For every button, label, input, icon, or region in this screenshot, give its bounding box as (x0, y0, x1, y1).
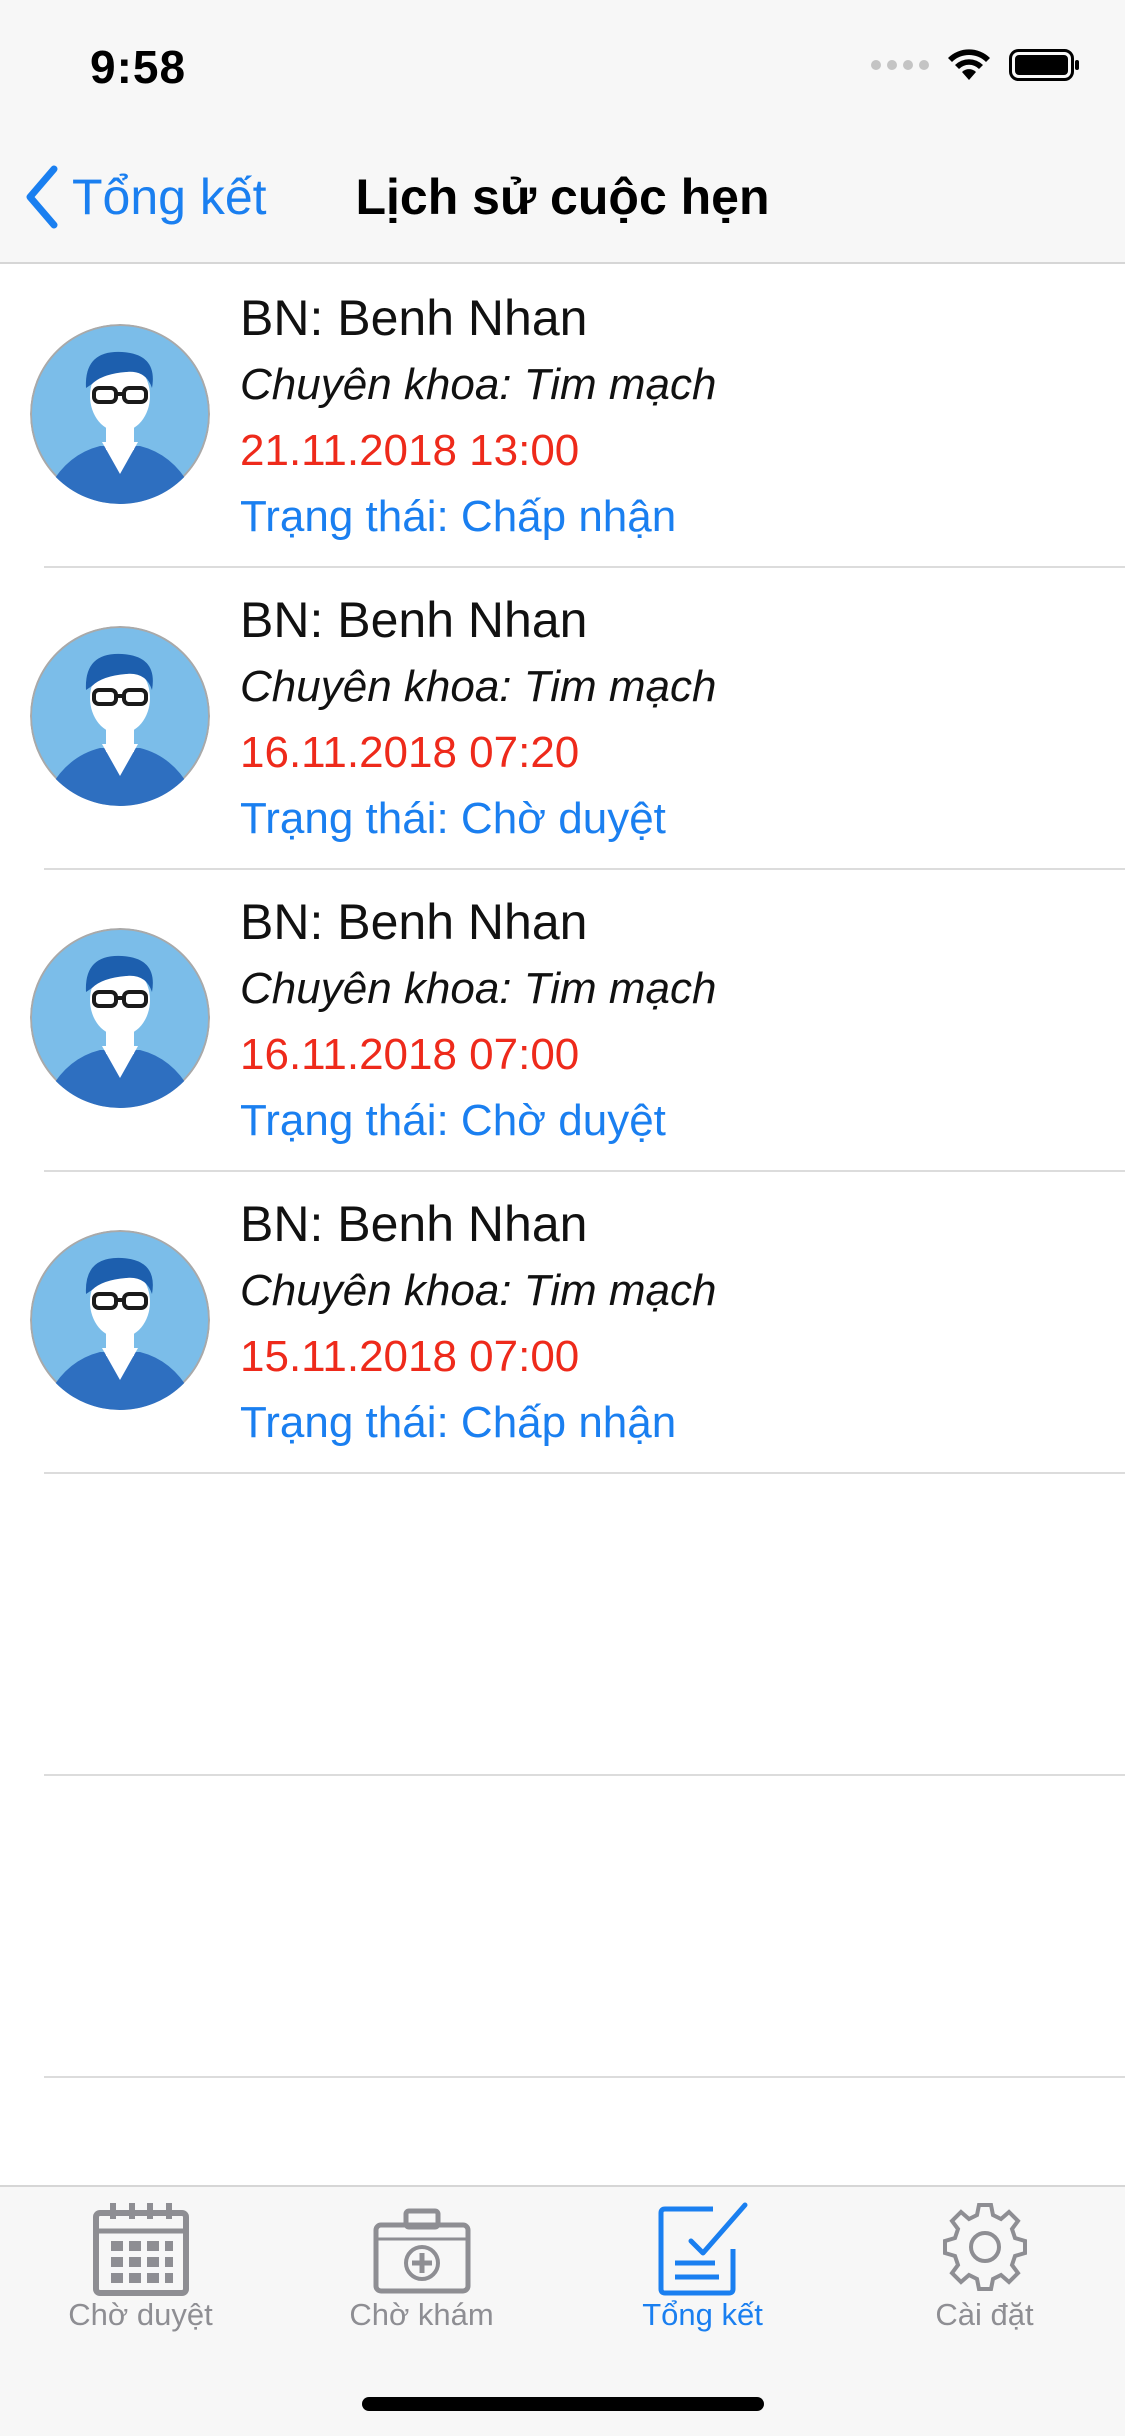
patient-name: BN: Benh Nhan (240, 592, 588, 648)
appointment-list: BN: Benh Nhan Chuyên khoa: Tim mạch 21.1… (0, 266, 1125, 2078)
medical-kit-icon (373, 2208, 470, 2294)
status-time: 9:58 (90, 41, 187, 93)
tab-label: Chờ duyệt (68, 2297, 213, 2332)
specialty: Chuyên khoa: Tim mạch (240, 360, 717, 409)
tab-pending-approval[interactable]: Chờ duyệt (0, 2187, 281, 2347)
avatar (30, 626, 210, 806)
appointment-status: Trạng thái: Chấp nhận (240, 1398, 677, 1447)
appointment-datetime: 21.11.2018 13:00 (240, 426, 580, 475)
tab-summary[interactable]: Tổng kết (562, 2187, 843, 2347)
tab-waiting-exam[interactable]: Chờ khám (281, 2187, 562, 2347)
appointment-datetime: 15.11.2018 07:00 (240, 1332, 580, 1381)
list-item[interactable]: BN: Benh Nhan Chuyên khoa: Tim mạch 15.1… (0, 1172, 1125, 1474)
patient-name: BN: Benh Nhan (240, 1196, 588, 1252)
appointment-status: Trạng thái: Chấp nhận (240, 492, 677, 541)
patient-name: BN: Benh Nhan (240, 290, 588, 346)
avatar (30, 1230, 210, 1410)
appointment-datetime: 16.11.2018 07:20 (240, 728, 580, 777)
specialty: Chuyên khoa: Tim mạch (240, 662, 717, 711)
battery-icon (1009, 49, 1079, 81)
list-item[interactable]: BN: Benh Nhan Chuyên khoa: Tim mạch 16.1… (0, 870, 1125, 1172)
page-title: Lịch sử cuộc hẹn (355, 169, 770, 225)
patient-avatar-icon (30, 626, 210, 806)
navigation-bar: Tổng kết Lịch sử cuộc hẹn (0, 132, 1125, 264)
list-item[interactable]: BN: Benh Nhan Chuyên khoa: Tim mạch 21.1… (0, 266, 1125, 568)
avatar (30, 928, 210, 1108)
appointment-details: BN: Benh Nhan Chuyên khoa: Tim mạch 21.1… (240, 284, 716, 550)
empty-row (0, 1776, 1125, 2078)
status-icons (871, 48, 1081, 82)
appointment-details: BN: Benh Nhan Chuyên khoa: Tim mạch 16.1… (240, 888, 716, 1154)
tab-label: Chờ khám (349, 2297, 494, 2332)
appointment-status: Trạng thái: Chờ duyệt (240, 1096, 666, 1145)
patient-avatar-icon (30, 324, 210, 504)
cellular-signal-icon (871, 60, 929, 70)
appointment-details: BN: Benh Nhan Chuyên khoa: Tim mạch 16.1… (240, 586, 716, 852)
calendar-icon (92, 2203, 189, 2296)
avatar (30, 324, 210, 504)
tab-label: Tổng kết (642, 2297, 763, 2332)
home-indicator[interactable] (362, 2397, 764, 2411)
status-bar: 9:58 (0, 0, 1125, 132)
checklist-icon (658, 2202, 747, 2296)
specialty: Chuyên khoa: Tim mạch (240, 1266, 717, 1315)
tab-settings[interactable]: Cài đặt (844, 2187, 1125, 2347)
empty-row (0, 1474, 1125, 1776)
appointment-datetime: 16.11.2018 07:00 (240, 1030, 580, 1079)
appointment-details: BN: Benh Nhan Chuyên khoa: Tim mạch 15.1… (240, 1190, 716, 1456)
appointment-status: Trạng thái: Chờ duyệt (240, 794, 666, 843)
tab-label: Cài đặt (935, 2297, 1034, 2332)
row-divider (44, 2076, 1125, 2078)
gear-icon (942, 2203, 1027, 2291)
specialty: Chuyên khoa: Tim mạch (240, 964, 717, 1013)
patient-name: BN: Benh Nhan (240, 894, 588, 950)
patient-avatar-icon (30, 1230, 210, 1410)
wifi-icon (948, 49, 990, 80)
list-item[interactable]: BN: Benh Nhan Chuyên khoa: Tim mạch 16.1… (0, 568, 1125, 870)
patient-avatar-icon (30, 928, 210, 1108)
